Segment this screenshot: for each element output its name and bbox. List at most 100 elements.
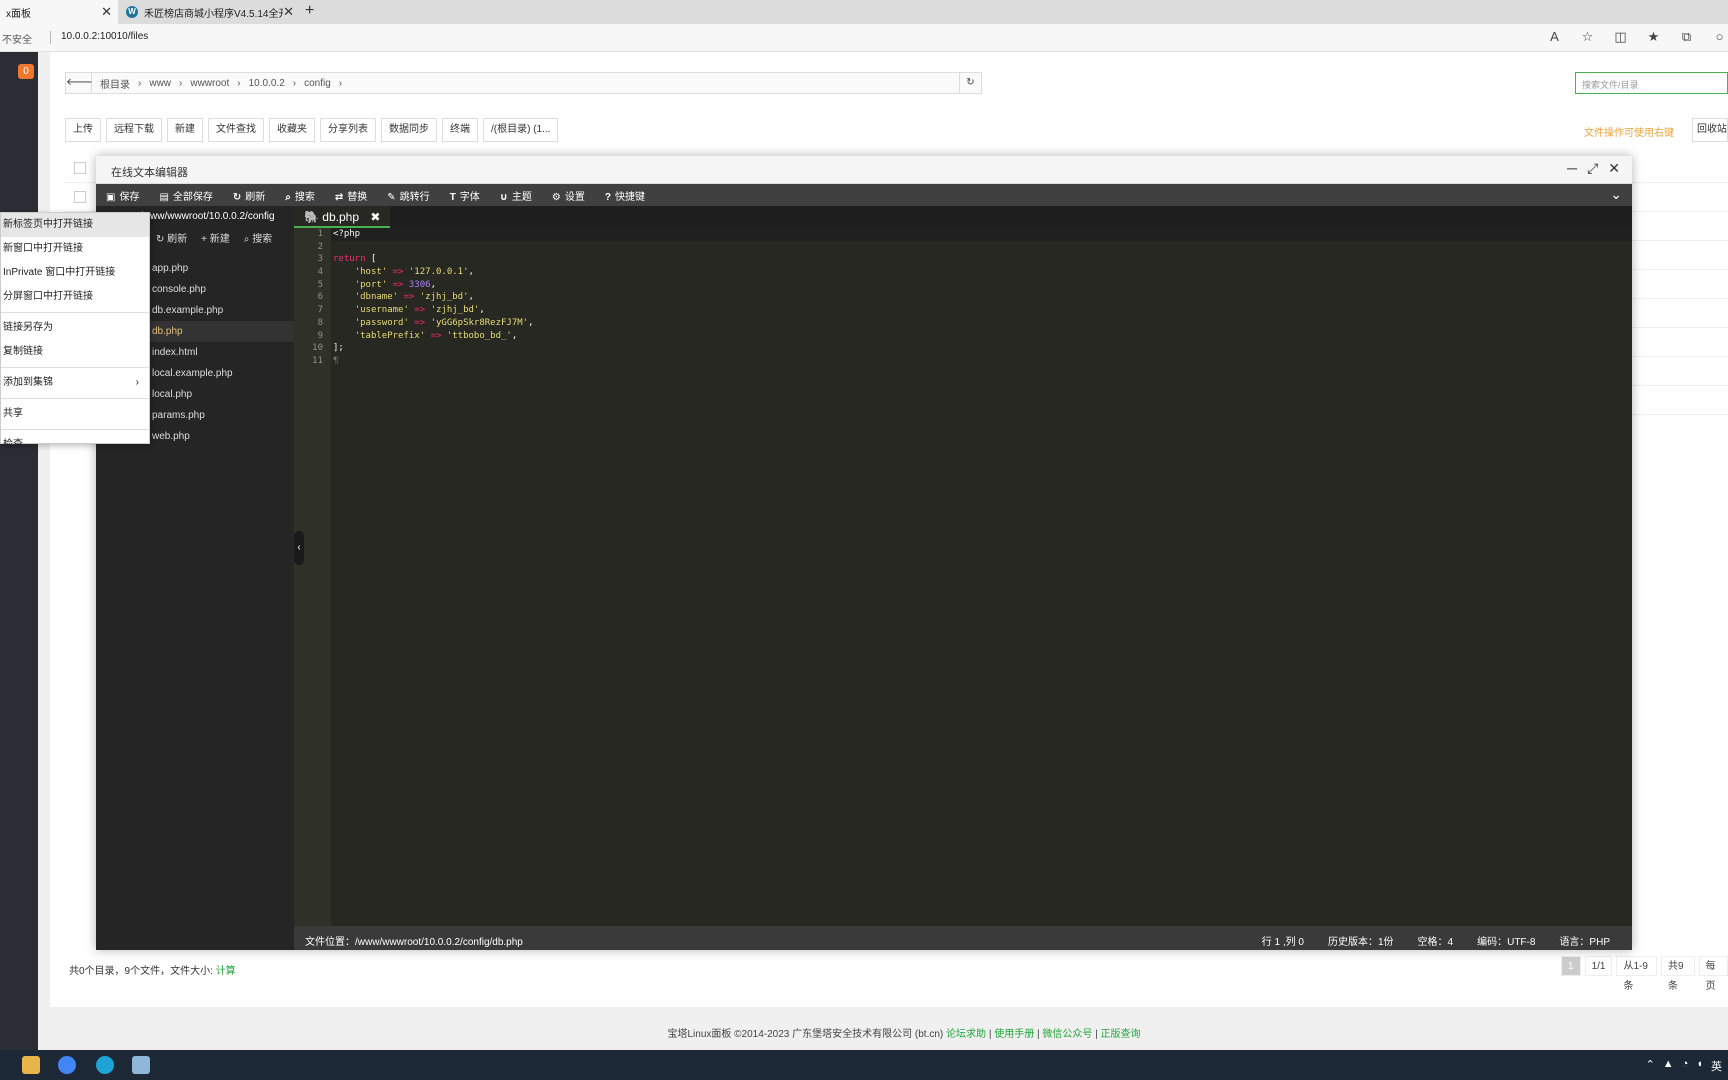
crumb[interactable]: wwwroot (190, 78, 229, 89)
menu-item-inspect[interactable]: 检查 (1, 433, 149, 457)
breadcrumb: 🡐 根目录 › www › wwwroot › 10.0.0.2 › config › ↻ (65, 72, 982, 94)
code-content[interactable]: <?php return [ 'host' => '127.0.0.1', 'p… (331, 228, 1632, 368)
menu-item-save-link[interactable]: 链接另存为 (1, 316, 149, 340)
panel-sidebar (0, 52, 38, 1050)
maximize-icon[interactable]: ⤢ (1587, 160, 1598, 177)
network-icon[interactable]: ◔ (1682, 1058, 1689, 1074)
insecure-label[interactable]: 不安全 (2, 31, 32, 46)
menu-item-open-split[interactable]: 分屏窗口中打开链接 (1, 285, 149, 309)
close-icon[interactable]: ✕ (101, 4, 112, 20)
refresh-icon[interactable]: ↻ (959, 73, 981, 93)
editor-tab[interactable]: 🐘 db.php ✖ (294, 206, 390, 228)
favorites-icon[interactable]: ★ (1645, 29, 1662, 45)
replace-label: 替换 (347, 191, 368, 203)
app-tray-icon[interactable]: ▲ (1663, 1058, 1674, 1074)
close-icon[interactable]: ✕ (1608, 160, 1620, 177)
history-versions[interactable]: 历史版本：1份 (1328, 933, 1394, 948)
minimize-icon[interactable]: ─ (1567, 160, 1577, 177)
footer-link[interactable]: 微信公众号 (1042, 1029, 1092, 1040)
close-icon[interactable]: ✖ (370, 210, 380, 224)
save-all-button[interactable]: ▤ 全部保存 (159, 188, 212, 203)
disk-button[interactable]: /(根目录) (1... (483, 118, 559, 142)
encoding-setting[interactable]: 编码：UTF-8 (1477, 933, 1535, 948)
chevron-down-icon[interactable]: ⌄ (1610, 186, 1622, 203)
collections-icon[interactable]: ⧉ (1678, 29, 1695, 45)
tree-new-button[interactable]: + 新建 (201, 230, 230, 245)
chrome-icon[interactable] (58, 1056, 76, 1074)
footer-link[interactable]: 正版查询 (1101, 1029, 1141, 1040)
language-setting[interactable]: 语言：PHP (1559, 933, 1610, 948)
chevron-up-icon[interactable]: ⌃ (1646, 1058, 1655, 1074)
chevron-left-icon[interactable]: ‹ (294, 531, 304, 565)
context-menu: 新标签页中打开链接 新窗口中打开链接 InPrivate 窗口中打开链接 分屏窗… (0, 212, 150, 450)
menu-item-share[interactable]: 共享 (1, 402, 149, 426)
chevron-right-icon: › (292, 77, 297, 89)
close-icon[interactable]: ✕ (283, 4, 294, 20)
profile-icon[interactable]: ○ (1711, 29, 1728, 45)
back-icon[interactable]: 🡐 (66, 73, 93, 93)
browser-tab-active[interactable]: x面板 ✕ (0, 0, 118, 24)
notification-badge[interactable]: 0 (18, 64, 34, 79)
row-checkbox[interactable] (74, 191, 86, 203)
replace-button[interactable]: ⇄ 替换 (335, 188, 367, 203)
menu-item-copy-link[interactable]: 复制链接 (1, 340, 149, 364)
file-search-input[interactable]: 搜索文件/目录 (1575, 72, 1728, 94)
new-button[interactable]: 新建 (167, 118, 203, 142)
save-button[interactable]: ▣ 保存 (106, 188, 139, 203)
editor-titlebar: 在线文本编辑器 ─ ⤢ ✕ (96, 156, 1632, 184)
browser-tools: A ☆ ◫ ★ ⧉ ○ (1546, 29, 1728, 45)
crumb[interactable]: 根目录 (100, 76, 130, 91)
footer-link[interactable]: 论坛求助 (946, 1029, 986, 1040)
theme-button[interactable]: ∪ 主题 (500, 188, 532, 203)
cursor-position[interactable]: 行 1 ,列 0 (1262, 933, 1304, 948)
read-aloud-icon[interactable]: A (1546, 29, 1563, 45)
indent-setting[interactable]: 空格：4 (1418, 933, 1454, 948)
crumb[interactable]: config (304, 78, 331, 89)
footer-link[interactable]: 使用手册 (994, 1029, 1034, 1040)
page-current[interactable]: 1 (1561, 956, 1581, 976)
settings-button[interactable]: ⚙ 设置 (552, 188, 585, 203)
file-find-button[interactable]: 文件查找 (208, 118, 264, 142)
code-editor[interactable]: 🐘 db.php ✖ 1 2 3 4 5 6 7 8 9 10 11 <?php… (294, 206, 1632, 926)
search-button[interactable]: ⌕ 搜索 (285, 188, 315, 203)
font-button[interactable]: T 字体 (450, 188, 480, 203)
row-checkbox[interactable] (74, 162, 86, 174)
notepad-icon[interactable] (132, 1056, 150, 1074)
favorites-button[interactable]: 收藏夹 (269, 118, 315, 142)
page-size[interactable]: 每页 (1698, 956, 1728, 992)
input-language[interactable]: 英 (1711, 1058, 1722, 1074)
tree-search-button[interactable]: ⌕ 搜索 (244, 230, 272, 245)
file-explorer-icon[interactable] (22, 1056, 40, 1074)
replace-icon: ⇄ (334, 191, 344, 203)
crumb[interactable]: www (149, 78, 171, 89)
recycle-bin-button[interactable]: 回收站 (1692, 118, 1728, 142)
share-list-button[interactable]: 分享列表 (320, 118, 376, 142)
line-number: 4 (317, 267, 323, 278)
line-number: 5 (317, 279, 323, 290)
menu-item-open-new-tab[interactable]: 新标签页中打开链接 (1, 213, 149, 237)
menu-item-open-inprivate[interactable]: InPrivate 窗口中打开链接 (1, 261, 149, 285)
menu-item-open-new-window[interactable]: 新窗口中打开链接 (1, 237, 149, 261)
refresh-button[interactable]: ↻ 刷新 (233, 188, 265, 203)
url-field[interactable]: 10.0.0.2:10010/files (61, 31, 148, 42)
menu-item-add-collection[interactable]: 添加到集锦 › (1, 371, 149, 395)
system-tray: ⌃ ▲ ◔ ◖ 英 (1646, 1058, 1722, 1074)
data-sync-button[interactable]: 数据同步 (381, 118, 437, 142)
split-screen-icon[interactable]: ◫ (1612, 29, 1629, 45)
menu-item-label: 添加到集锦 (3, 377, 53, 388)
browser-tab-inactive[interactable]: W 禾匠榜店商城小程序V4.5.14全开 ✕ (120, 0, 300, 24)
calc-size-link[interactable]: 计算 (216, 966, 236, 977)
goto-line-button[interactable]: ✎ 跳转行 (387, 188, 429, 203)
tree-new-label: 新建 (209, 234, 230, 245)
shortcuts-button[interactable]: ? 快捷键 (605, 188, 645, 203)
favorite-add-icon[interactable]: ☆ (1579, 29, 1596, 45)
remote-download-button[interactable]: 远程下载 (106, 118, 162, 142)
volume-icon[interactable]: ◖ (1696, 1058, 1703, 1074)
line-number: 9 (317, 330, 323, 341)
tree-refresh-button[interactable]: ↻ 刷新 (156, 230, 187, 245)
edge-icon[interactable] (96, 1056, 114, 1074)
new-tab-button[interactable]: + (305, 2, 314, 20)
upload-button[interactable]: 上传 (65, 118, 101, 142)
crumb[interactable]: 10.0.0.2 (249, 78, 285, 89)
terminal-button[interactable]: 终端 (442, 118, 478, 142)
